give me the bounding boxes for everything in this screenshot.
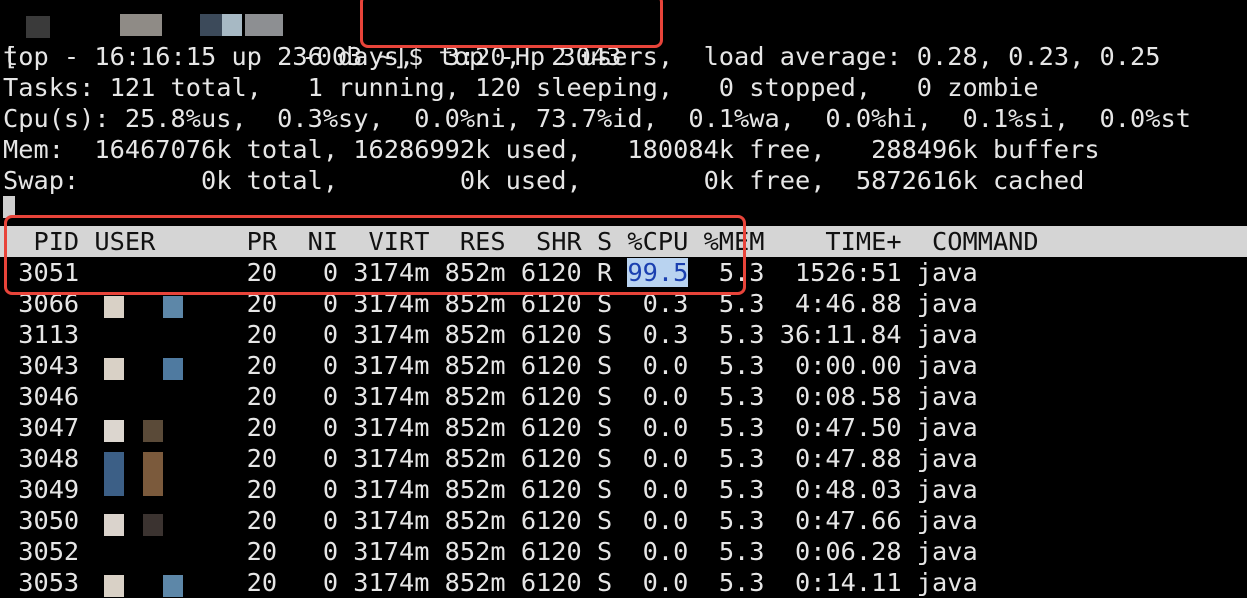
row-cpu: 99.5 <box>627 258 689 287</box>
summary-swap: Swap: 0k total, 0k used, 0k free, 587261… <box>3 166 1085 195</box>
row-cpu: 0.0 <box>627 444 689 473</box>
row-rest: 5.3 0:47.66 java <box>688 506 978 535</box>
table-row: 3051 20 0 3174m 852m 6120 R 99.5 5.3 152… <box>3 257 978 288</box>
redacted-user-block <box>143 420 163 442</box>
row-rest: 5.3 0:00.00 java <box>688 351 978 380</box>
redacted-user-block <box>104 296 124 318</box>
redacted-host-block <box>245 14 283 36</box>
table-row: 3053 20 0 3174m 852m 6120 S 0.0 5.3 0:14… <box>3 567 978 598</box>
table-row: 3046 20 0 3174m 852m 6120 S 0.0 5.3 0:08… <box>3 381 978 412</box>
row-cpu: 0.0 <box>627 537 689 566</box>
redacted-host-block <box>26 16 50 38</box>
summary-mem: Mem: 16467076k total, 16286992k used, 18… <box>3 135 1100 164</box>
table-row: 3066 20 0 3174m 852m 6120 S 0.3 5.3 4:46… <box>3 288 978 319</box>
redacted-user-block <box>104 514 124 536</box>
redacted-host-block <box>222 14 242 36</box>
row-rest: 5.3 0:08.58 java <box>688 382 978 411</box>
row-fields: 3043 20 0 3174m 852m 6120 S <box>3 351 628 380</box>
row-fields: 3047 20 0 3174m 852m 6120 S <box>3 413 628 442</box>
row-rest: 5.3 4:46.88 java <box>688 289 978 318</box>
redacted-user-block <box>163 296 183 318</box>
redacted-host-block <box>200 14 222 36</box>
row-cpu: 0.3 <box>627 320 689 349</box>
row-fields: 3049 20 0 3174m 852m 6120 S <box>3 475 628 504</box>
row-fields: 3046 20 0 3174m 852m 6120 S <box>3 382 628 411</box>
row-fields: 3052 20 0 3174m 852m 6120 S <box>3 537 628 566</box>
table-header: PID USER PR NI VIRT RES SHR S %CPU %MEM … <box>0 226 1247 257</box>
summary-uptime: top - 16:16:15 up 236 days, 3:20, 2 user… <box>3 42 1161 71</box>
redacted-host-block <box>120 14 162 36</box>
redacted-user-block <box>143 514 163 536</box>
row-rest: 5.3 0:47.50 java <box>688 413 978 442</box>
summary-tasks: Tasks: 121 total, 1 running, 120 sleepin… <box>3 73 1039 102</box>
row-fields: 3048 20 0 3174m 852m 6120 S <box>3 444 628 473</box>
redacted-user-block <box>163 358 183 380</box>
redacted-user-block <box>143 452 163 496</box>
row-fields: 3051 20 0 3174m 852m 6120 R <box>3 258 628 287</box>
table-row: 3113 20 0 3174m 852m 6120 S 0.3 5.3 36:1… <box>3 319 978 350</box>
summary-cpu: Cpu(s): 25.8%us, 0.3%sy, 0.0%ni, 73.7%id… <box>3 104 1191 133</box>
row-cpu: 0.3 <box>627 289 689 318</box>
redacted-user-block <box>104 575 124 597</box>
row-fields: 3066 20 0 3174m 852m 6120 S <box>3 289 628 318</box>
row-cpu: 0.0 <box>627 413 689 442</box>
row-rest: 5.3 36:11.84 java <box>688 320 978 349</box>
prompt-line: [ -003 ~]$ top -Hp 3043 <box>3 10 621 71</box>
row-cpu: 0.0 <box>627 351 689 380</box>
redacted-user-block <box>104 420 124 442</box>
terminal-cursor <box>3 196 15 218</box>
row-rest: 5.3 0:06.28 java <box>688 537 978 566</box>
row-rest: 5.3 0:47.88 java <box>688 444 978 473</box>
row-rest: 5.3 0:48.03 java <box>688 475 978 504</box>
table-row: 3052 20 0 3174m 852m 6120 S 0.0 5.3 0:06… <box>3 536 978 567</box>
table-row: 3043 20 0 3174m 852m 6120 S 0.0 5.3 0:00… <box>3 350 978 381</box>
row-cpu: 0.0 <box>627 475 689 504</box>
row-fields: 3113 20 0 3174m 852m 6120 S <box>3 320 628 349</box>
table-header-text: PID USER PR NI VIRT RES SHR S %CPU %MEM … <box>3 227 1039 256</box>
redacted-user-block <box>163 575 183 597</box>
redacted-user-block <box>104 358 124 380</box>
redacted-user-block <box>104 452 124 496</box>
row-fields: 3050 20 0 3174m 852m 6120 S <box>3 506 628 535</box>
row-rest: 5.3 1526:51 java <box>688 258 978 287</box>
row-cpu: 0.0 <box>627 506 689 535</box>
row-cpu: 0.0 <box>627 382 689 411</box>
